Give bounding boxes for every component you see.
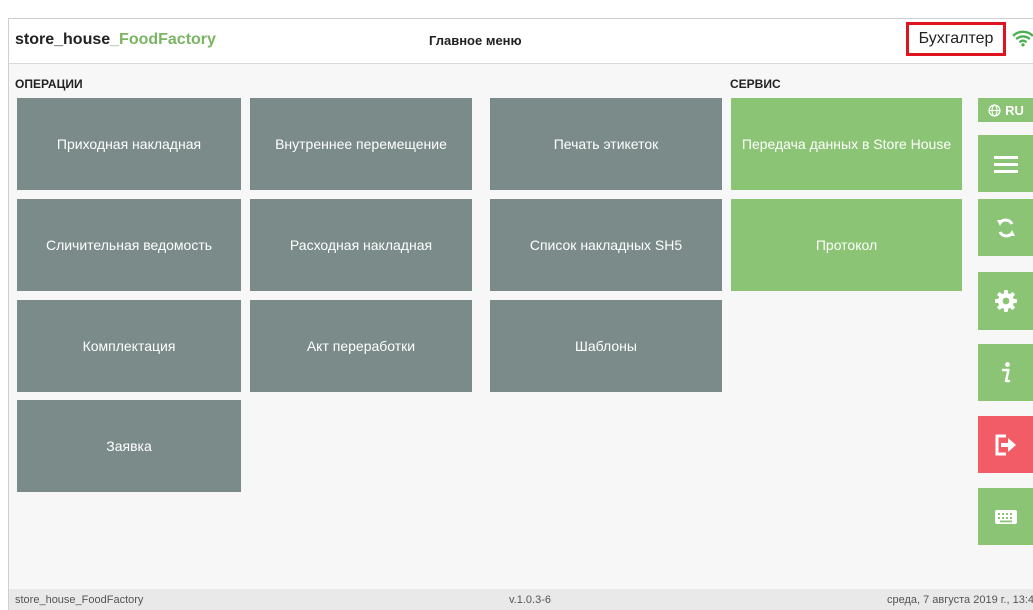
brand-accent: _FoodFactory (110, 31, 216, 48)
footer-app-name: store_house_FoodFactory (15, 594, 144, 606)
tile-internal-transfer[interactable]: Внутреннее перемещение (250, 98, 472, 190)
tile-invoice-list[interactable]: Список накладных SH5 (490, 199, 722, 291)
tile-protocol[interactable]: Протокол (731, 199, 962, 291)
sync-button[interactable] (978, 199, 1033, 256)
footer-datetime: среда, 7 августа 2019 г., 13:4 (886, 594, 1033, 606)
info-icon (1001, 361, 1011, 382)
tile-request[interactable]: Заявка (17, 400, 241, 492)
app-window: store_house_FoodFactory Главное меню Бух… (8, 18, 1033, 610)
wifi-icon (1012, 30, 1033, 47)
sync-icon (997, 218, 1015, 237)
keyboard-icon (995, 509, 1017, 524)
brand-prefix: store_house (15, 31, 111, 48)
tile-outgoing-invoice[interactable]: Расходная накладная (250, 199, 472, 291)
brand-logo: store_house_FoodFactory (15, 31, 216, 49)
tile-print-labels[interactable]: Печать этикеток (490, 98, 722, 190)
gear-icon (995, 290, 1017, 312)
tile-assembly[interactable]: Комплектация (17, 300, 241, 392)
operations-heading: ОПЕРАЦИИ (15, 77, 83, 91)
menu-button[interactable] (978, 135, 1033, 192)
settings-button[interactable] (978, 272, 1033, 330)
user-role-button[interactable]: Бухгалтер (906, 22, 1006, 56)
tile-templates[interactable]: Шаблоны (490, 300, 722, 392)
tile-incoming-invoice[interactable]: Приходная накладная (17, 98, 241, 190)
language-label: RU (1005, 102, 1024, 118)
logout-button[interactable] (978, 416, 1033, 473)
info-button[interactable] (978, 344, 1033, 401)
status-bar: store_house_FoodFactory v.1.0.3-6 среда,… (9, 589, 1033, 610)
page-title: Главное меню (429, 33, 522, 48)
service-heading: СЕРВИС (730, 77, 781, 91)
language-button[interactable]: RU (978, 98, 1033, 122)
tile-reconciliation-sheet[interactable]: Сличительная ведомость (17, 199, 241, 291)
header: store_house_FoodFactory Главное меню Бух… (9, 19, 1033, 64)
globe-icon (988, 103, 1001, 117)
tile-data-transfer[interactable]: Передача данных в Store House (731, 98, 962, 190)
tile-processing-act[interactable]: Акт переработки (250, 300, 472, 392)
logout-icon (995, 434, 1016, 455)
menu-icon (994, 155, 1018, 173)
footer-version: v.1.0.3-6 (509, 594, 551, 606)
keyboard-button[interactable] (978, 488, 1033, 545)
